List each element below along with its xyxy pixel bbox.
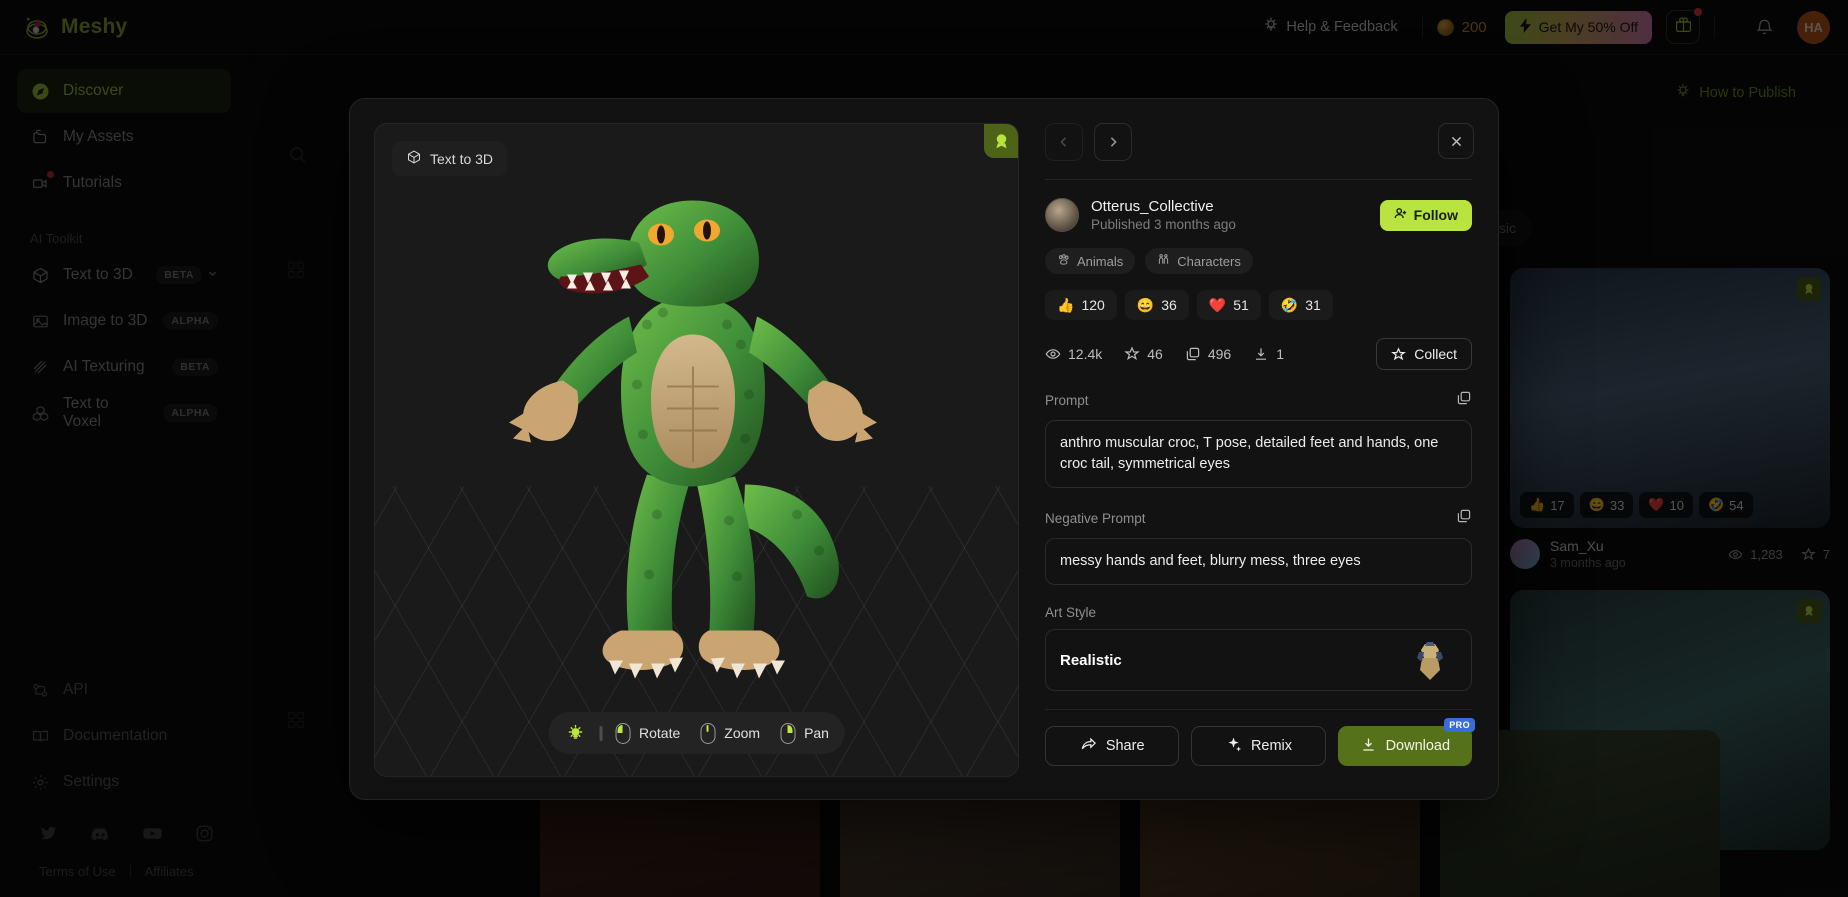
mouse-middle-icon	[700, 722, 716, 744]
viewer-control-label: Pan	[804, 725, 829, 741]
asset-detail-panel: Otterus_Collective Published 3 months ag…	[1045, 123, 1475, 775]
download-label: Download	[1385, 738, 1451, 755]
copy-prompt-icon[interactable]	[1456, 390, 1472, 411]
reaction-heart[interactable]: ❤️ 51	[1196, 290, 1261, 320]
sparkle-icon	[1225, 736, 1242, 757]
art-style-label-row: Art Style	[1045, 605, 1472, 620]
remix-label: Remix	[1250, 738, 1293, 755]
cube-icon	[406, 149, 422, 168]
reaction-count: 36	[1161, 297, 1177, 313]
reaction-grin[interactable]: 😄 36	[1124, 290, 1189, 320]
pro-badge: PRO	[1444, 718, 1475, 733]
rofl-icon: 🤣	[1280, 296, 1299, 313]
lightbulb-icon[interactable]	[564, 724, 586, 742]
viewer-control-label: Rotate	[639, 725, 681, 741]
prompt-label-row: Prompt	[1045, 390, 1472, 411]
follow-button[interactable]: Follow	[1379, 199, 1472, 231]
reaction-row: 👍 120 😄 36 ❤️ 51 🤣 31	[1045, 290, 1472, 320]
share-button[interactable]: Share	[1045, 726, 1180, 767]
reaction-count: 120	[1081, 297, 1105, 313]
stat-stars: 46	[1124, 346, 1163, 362]
stat-value: 12.4k	[1068, 346, 1103, 362]
negative-prompt-label-row: Negative Prompt	[1045, 508, 1472, 529]
pro-medal-icon	[984, 124, 1018, 158]
viewer-controls-toolbar: Rotate Zoom Pan	[548, 712, 845, 754]
prev-asset-button[interactable]	[1045, 123, 1083, 161]
stat-downloads: 1	[1253, 346, 1284, 362]
prompt-value[interactable]: anthro muscular croc, T pose, detailed f…	[1045, 420, 1472, 489]
collect-label: Collect	[1414, 346, 1457, 362]
art-style-box[interactable]: Realistic	[1045, 629, 1472, 692]
thumbs-up-icon: 👍	[1057, 296, 1075, 313]
download-icon	[1360, 736, 1377, 757]
reaction-rofl[interactable]: 🤣 31	[1268, 290, 1333, 320]
negative-prompt-value[interactable]: messy hands and feet, blurry mess, three…	[1045, 538, 1472, 586]
stat-value: 46	[1147, 346, 1163, 362]
close-modal-button[interactable]	[1438, 123, 1474, 159]
viewer-source-tag[interactable]: Text to 3D	[392, 141, 508, 176]
mouse-left-icon	[615, 722, 631, 744]
share-icon	[1080, 736, 1097, 757]
avatar[interactable]	[1045, 198, 1079, 232]
user-plus-icon	[1394, 207, 1407, 223]
reaction-thumbs-up[interactable]: 👍 120	[1045, 290, 1117, 320]
stats-row: 12.4k 46 496 1 Collect	[1045, 338, 1472, 370]
art-style-thumbnail	[1403, 634, 1457, 688]
tag-chip-animals[interactable]: Animals	[1045, 248, 1136, 274]
app-root: Meshy Help & Feedback 200	[0, 0, 1848, 897]
viewer-control-rotate[interactable]: Rotate	[615, 722, 681, 744]
tag-chip-label: Characters	[1177, 253, 1241, 269]
published-date: Published 3 months ago	[1091, 217, 1236, 232]
viewer-control-pan[interactable]: Pan	[780, 722, 829, 744]
copy-negative-prompt-icon[interactable]	[1456, 508, 1472, 529]
author-text-block: Otterus_Collective Published 3 months ag…	[1091, 198, 1236, 232]
stat-value: 1	[1276, 346, 1284, 362]
prompt-label: Prompt	[1045, 393, 1089, 408]
art-style-value: Realistic	[1060, 651, 1122, 669]
action-buttons: Share Remix Download PRO	[1045, 718, 1475, 767]
mouse-right-icon	[780, 722, 796, 744]
model-viewer[interactable]: Text to 3D Rotate Zoom Pan	[374, 123, 1019, 777]
stat-copies: 496	[1185, 346, 1231, 362]
people-icon	[1157, 253, 1170, 269]
toolbar-divider	[599, 725, 603, 741]
reaction-count: 51	[1233, 297, 1249, 313]
asset-detail-modal: Text to 3D Rotate Zoom Pan Otterus_Colle…	[349, 98, 1499, 800]
negative-prompt-label: Negative Prompt	[1045, 511, 1146, 527]
viewer-control-zoom[interactable]: Zoom	[700, 722, 761, 744]
tag-chip-label: Animals	[1077, 253, 1124, 269]
reaction-count: 31	[1305, 297, 1321, 313]
tag-chips: Animals Characters	[1045, 248, 1472, 274]
author-name[interactable]: Otterus_Collective	[1091, 198, 1236, 215]
share-label: Share	[1105, 738, 1145, 755]
download-button[interactable]: Download PRO	[1337, 718, 1475, 767]
author-row: Otterus_Collective Published 3 months ag…	[1045, 198, 1472, 232]
paw-icon	[1057, 253, 1070, 269]
remix-button[interactable]: Remix	[1191, 726, 1326, 767]
stat-value: 496	[1207, 346, 1232, 362]
viewer-control-label: Zoom	[724, 725, 761, 741]
grin-icon: 😄	[1136, 296, 1155, 313]
panel-divider	[1045, 179, 1472, 180]
asset-nav	[1045, 123, 1472, 161]
stat-views: 12.4k	[1045, 346, 1102, 362]
tag-chip-characters[interactable]: Characters	[1145, 248, 1253, 274]
next-asset-button[interactable]	[1094, 123, 1132, 161]
heart-icon: ❤️	[1208, 296, 1227, 313]
follow-label: Follow	[1413, 207, 1458, 223]
viewer-source-label: Text to 3D	[430, 150, 494, 167]
actions-divider	[1045, 709, 1472, 711]
collect-button[interactable]: Collect	[1376, 338, 1472, 370]
croc-3d-model	[497, 184, 897, 689]
art-style-label: Art Style	[1045, 605, 1097, 621]
